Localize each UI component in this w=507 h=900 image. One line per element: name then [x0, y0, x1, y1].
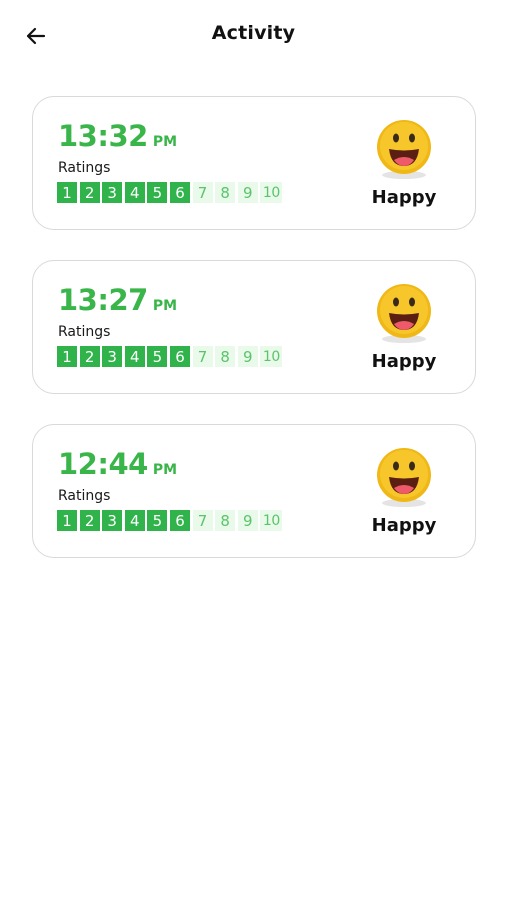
- mood-display: Happy: [372, 283, 436, 372]
- rating-cell: 3: [102, 182, 123, 203]
- page-title: Activity: [211, 22, 296, 44]
- rating-cell: 4: [124, 510, 145, 531]
- rating-scale: 1 2 3 4 5 6 7 8 9 10: [57, 510, 285, 531]
- ratings-label: Ratings: [58, 324, 111, 340]
- rating-cell: 5: [147, 510, 168, 531]
- rating-cell: 2: [79, 182, 100, 203]
- rating-cell: 7: [192, 182, 213, 203]
- rating-cell: 9: [237, 182, 258, 203]
- rating-cell: 1: [57, 182, 77, 203]
- rating-cell: 8: [215, 346, 236, 367]
- rating-cell: 10: [260, 182, 283, 203]
- happy-face-emoji-icon: [377, 120, 431, 179]
- activity-screen: Activity 13:32 PM Ratings 1 2 3 4 5 6 7 …: [0, 0, 507, 900]
- activity-card[interactable]: 13:27 PM Ratings 1 2 3 4 5 6 7 8 9 10 Ha…: [32, 260, 476, 394]
- ratings-label: Ratings: [58, 160, 111, 176]
- am-pm-label: PM: [152, 134, 178, 150]
- rating-cell: 9: [237, 346, 258, 367]
- rating-cell: 5: [147, 346, 168, 367]
- rating-cell: 10: [260, 510, 283, 531]
- time-value: 13:32: [58, 119, 148, 153]
- am-pm-label: PM: [152, 462, 178, 478]
- mood-label: Happy: [371, 351, 437, 372]
- activity-card[interactable]: 13:32 PM Ratings 1 2 3 4 5 6 7 8 9 10 Ha…: [32, 96, 476, 230]
- rating-scale: 1 2 3 4 5 6 7 8 9 10: [57, 182, 285, 203]
- rating-cell: 7: [192, 510, 213, 531]
- rating-cell: 10: [260, 346, 283, 367]
- header: Activity: [0, 0, 507, 70]
- time-row: 13:27 PM: [58, 283, 177, 317]
- rating-cell: 3: [102, 346, 123, 367]
- rating-cell: 9: [237, 510, 258, 531]
- rating-cell: 4: [124, 346, 145, 367]
- time-row: 12:44 PM: [58, 447, 177, 481]
- time-row: 13:32 PM: [58, 119, 177, 153]
- rating-cell: 1: [57, 510, 77, 531]
- rating-cell: 5: [147, 182, 168, 203]
- rating-cell: 6: [169, 182, 190, 203]
- rating-cell: 4: [124, 182, 145, 203]
- rating-cell: 6: [169, 346, 190, 367]
- rating-cell: 3: [102, 510, 123, 531]
- mood-display: Happy: [372, 447, 436, 536]
- rating-cell: 8: [215, 510, 236, 531]
- rating-cell: 2: [79, 346, 100, 367]
- happy-face-emoji-icon: [377, 448, 431, 507]
- rating-cell: 2: [79, 510, 100, 531]
- rating-scale: 1 2 3 4 5 6 7 8 9 10: [57, 346, 285, 367]
- rating-cell: 7: [192, 346, 213, 367]
- time-value: 13:27: [58, 283, 148, 317]
- ratings-label: Ratings: [58, 488, 111, 504]
- mood-label: Happy: [371, 187, 437, 208]
- activity-list: 13:32 PM Ratings 1 2 3 4 5 6 7 8 9 10 Ha…: [32, 96, 476, 588]
- mood-display: Happy: [372, 119, 436, 208]
- activity-card[interactable]: 12:44 PM Ratings 1 2 3 4 5 6 7 8 9 10 Ha…: [32, 424, 476, 558]
- mood-label: Happy: [371, 515, 437, 536]
- rating-cell: 8: [215, 182, 236, 203]
- rating-cell: 6: [169, 510, 190, 531]
- am-pm-label: PM: [152, 298, 178, 314]
- rating-cell: 1: [57, 346, 77, 367]
- happy-face-emoji-icon: [377, 284, 431, 343]
- time-value: 12:44: [58, 447, 148, 481]
